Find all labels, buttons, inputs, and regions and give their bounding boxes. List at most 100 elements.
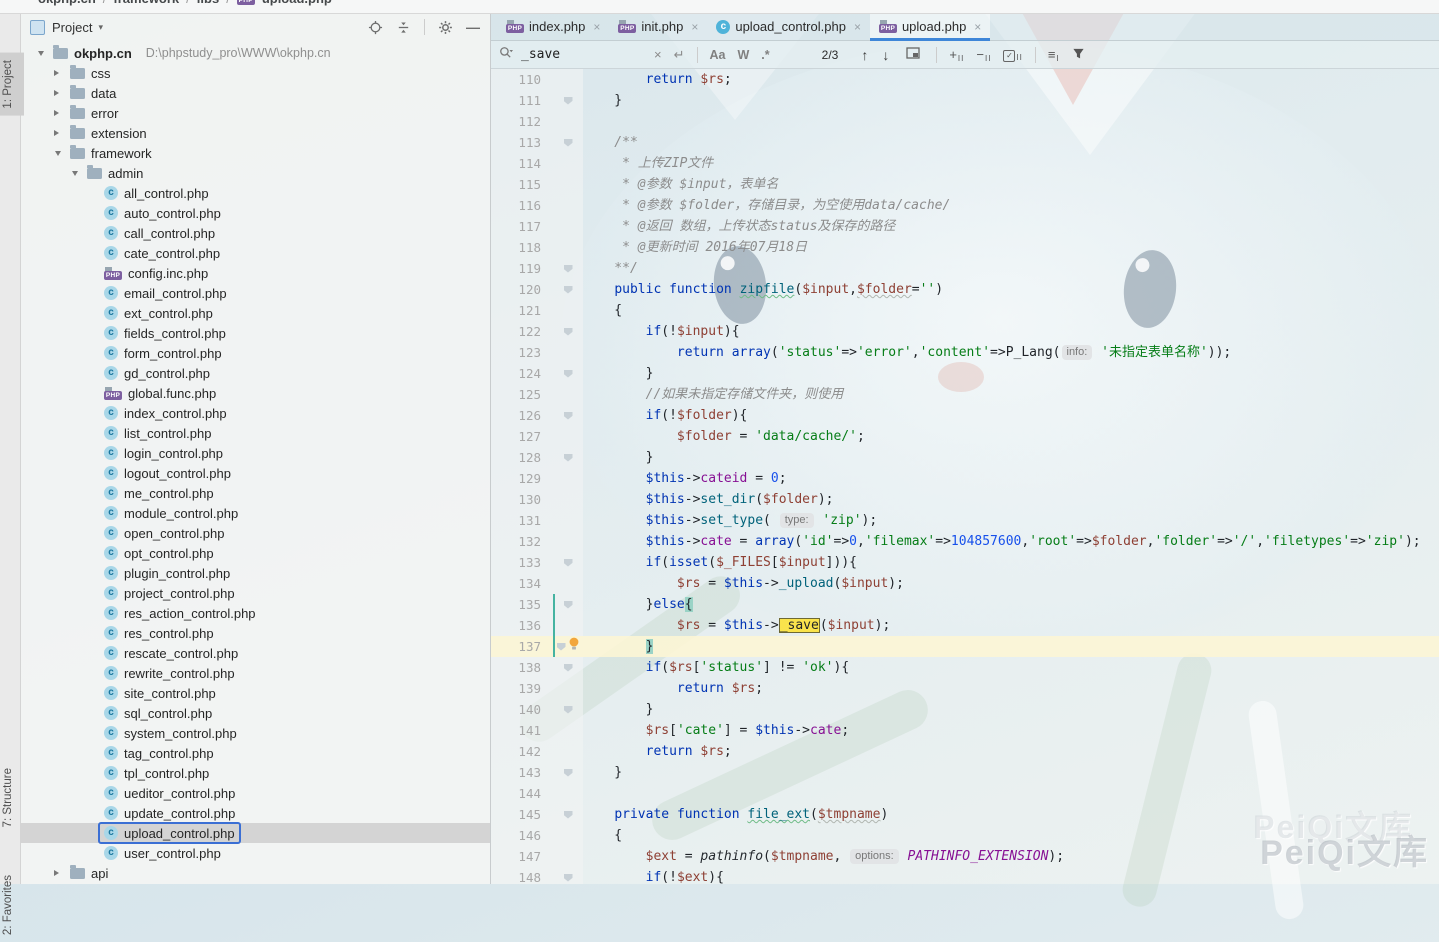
code-line-125[interactable]: 125 //如果未指定存储文件夹，则使用 bbox=[491, 384, 1439, 405]
code-line-111[interactable]: 111 } bbox=[491, 90, 1439, 111]
fold-icon[interactable] bbox=[564, 706, 573, 714]
code-line-140[interactable]: 140 } bbox=[491, 699, 1439, 720]
tree-item-error[interactable]: error bbox=[20, 103, 490, 123]
code-line-137[interactable]: 137 } bbox=[491, 636, 1439, 657]
tree-item-site_control.php[interactable]: csite_control.php bbox=[20, 683, 490, 703]
code-line-118[interactable]: 118 * @更新时间 2016年07月18日 bbox=[491, 237, 1439, 258]
code-line-136[interactable]: 136 $rs = $this->_save($input); bbox=[491, 615, 1439, 636]
tree-item-extension[interactable]: extension bbox=[20, 123, 490, 143]
line-number[interactable]: 147 bbox=[491, 846, 553, 867]
line-number[interactable]: 113 bbox=[491, 132, 553, 153]
fold-icon[interactable] bbox=[564, 412, 573, 420]
code-line-112[interactable]: 112 bbox=[491, 111, 1439, 132]
breadcrumb-item[interactable]: framework bbox=[113, 0, 179, 6]
line-number[interactable]: 130 bbox=[491, 489, 553, 510]
line-number[interactable]: 131 bbox=[491, 510, 553, 531]
line-number[interactable]: 128 bbox=[491, 447, 553, 468]
line-number[interactable]: 112 bbox=[491, 111, 553, 132]
tree-item-css[interactable]: css bbox=[20, 63, 490, 83]
line-number[interactable]: 126 bbox=[491, 405, 553, 426]
line-number[interactable]: 114 bbox=[491, 153, 553, 174]
tree-item-fields_control.php[interactable]: cfields_control.php bbox=[20, 323, 490, 343]
code-line-116[interactable]: 116 * @参数 $folder，存储目录，为空使用data/cache/ bbox=[491, 195, 1439, 216]
remove-occurrence-button[interactable]: −II bbox=[976, 47, 991, 63]
code-line-123[interactable]: 123 return array('status'=>'error','cont… bbox=[491, 342, 1439, 363]
code-line-144[interactable]: 144 bbox=[491, 783, 1439, 804]
tab-index.php[interactable]: PHPindex.php× bbox=[497, 13, 609, 40]
code-area[interactable]: 110 return $rs;111 }112113 /**114 * 上传ZI… bbox=[491, 69, 1439, 884]
tree-item-rescate_control.php[interactable]: crescate_control.php bbox=[20, 643, 490, 663]
code-line-134[interactable]: 134 $rs = $this->_upload($input); bbox=[491, 573, 1439, 594]
search-icon[interactable] bbox=[499, 46, 513, 63]
line-number[interactable]: 135 bbox=[491, 594, 553, 615]
code-line-119[interactable]: 119 **/ bbox=[491, 258, 1439, 279]
line-number[interactable]: 115 bbox=[491, 174, 553, 195]
line-number[interactable]: 136 bbox=[491, 615, 553, 636]
line-number[interactable]: 132 bbox=[491, 531, 553, 552]
chevron-right-icon[interactable] bbox=[51, 870, 64, 876]
code-line-131[interactable]: 131 $this->set_type( type: 'zip'); bbox=[491, 510, 1439, 531]
code-line-143[interactable]: 143 } bbox=[491, 762, 1439, 783]
tree-item-list_control.php[interactable]: clist_control.php bbox=[20, 423, 490, 443]
close-icon[interactable]: × bbox=[593, 20, 600, 34]
fold-icon[interactable] bbox=[564, 769, 573, 777]
tree-item-module_control.php[interactable]: cmodule_control.php bbox=[20, 503, 490, 523]
tool-window-button-project[interactable]: 1: Project bbox=[0, 53, 24, 116]
line-number[interactable]: 117 bbox=[491, 216, 553, 237]
tree-item-tpl_control.php[interactable]: ctpl_control.php bbox=[20, 763, 490, 783]
tree-item-rewrite_control.php[interactable]: crewrite_control.php bbox=[20, 663, 490, 683]
clear-search-icon[interactable]: × bbox=[654, 47, 662, 62]
line-number[interactable]: 133 bbox=[491, 552, 553, 573]
code-line-139[interactable]: 139 return $rs; bbox=[491, 678, 1439, 699]
chevron-right-icon[interactable] bbox=[51, 90, 64, 96]
close-icon[interactable]: × bbox=[854, 20, 861, 34]
code-line-124[interactable]: 124 } bbox=[491, 363, 1439, 384]
tree-item-system_control.php[interactable]: csystem_control.php bbox=[20, 723, 490, 743]
line-number[interactable]: 116 bbox=[491, 195, 553, 216]
line-number[interactable]: 111 bbox=[491, 90, 553, 111]
select-all-occurrences-button[interactable]: ✓II bbox=[1003, 47, 1022, 62]
line-number[interactable]: 145 bbox=[491, 804, 553, 825]
line-number[interactable]: 124 bbox=[491, 363, 553, 384]
code-line-130[interactable]: 130 $this->set_dir($folder); bbox=[491, 489, 1439, 510]
tab-upload_control.php[interactable]: cupload_control.php× bbox=[707, 13, 870, 40]
line-number[interactable]: 146 bbox=[491, 825, 553, 846]
fold-icon[interactable] bbox=[564, 601, 573, 609]
tree-item-tag_control.php[interactable]: ctag_control.php bbox=[20, 743, 490, 763]
line-number[interactable]: 141 bbox=[491, 720, 553, 741]
line-number[interactable]: 119 bbox=[491, 258, 553, 279]
code-line-128[interactable]: 128 } bbox=[491, 447, 1439, 468]
code-line-132[interactable]: 132 $this->cate = array('id'=>0,'filemax… bbox=[491, 531, 1439, 552]
tree-item-config.inc.php[interactable]: PHPconfig.inc.php bbox=[20, 263, 490, 283]
code-line-129[interactable]: 129 $this->cateid = 0; bbox=[491, 468, 1439, 489]
tree-item-project_control.php[interactable]: cproject_control.php bbox=[20, 583, 490, 603]
fold-icon[interactable] bbox=[564, 328, 573, 336]
line-number[interactable]: 138 bbox=[491, 657, 553, 678]
code-line-142[interactable]: 142 return $rs; bbox=[491, 741, 1439, 762]
next-match-button[interactable]: ↓ bbox=[882, 47, 889, 63]
chevron-down-icon[interactable] bbox=[68, 168, 81, 179]
line-number[interactable]: 142 bbox=[491, 741, 553, 762]
close-icon[interactable]: × bbox=[974, 20, 981, 34]
fold-icon[interactable] bbox=[564, 97, 573, 105]
code-line-127[interactable]: 127 $folder = 'data/cache/'; bbox=[491, 426, 1439, 447]
code-line-122[interactable]: 122 if(!$input){ bbox=[491, 321, 1439, 342]
line-number[interactable]: 127 bbox=[491, 426, 553, 447]
line-number[interactable]: 122 bbox=[491, 321, 553, 342]
breadcrumb-item[interactable]: upload.php bbox=[262, 0, 332, 6]
line-number[interactable]: 129 bbox=[491, 468, 553, 489]
close-icon[interactable]: × bbox=[691, 20, 698, 34]
fold-icon[interactable] bbox=[564, 139, 573, 147]
fold-icon[interactable] bbox=[557, 643, 566, 651]
newline-icon[interactable]: ↵ bbox=[674, 47, 685, 63]
tree-item-user_control.php[interactable]: cuser_control.php bbox=[20, 843, 490, 863]
code-line-113[interactable]: 113 /** bbox=[491, 132, 1439, 153]
tool-window-button-favorites[interactable]: 2: Favorites bbox=[0, 868, 24, 942]
tree-item-plugin_control.php[interactable]: cplugin_control.php bbox=[20, 563, 490, 583]
line-number[interactable]: 148 bbox=[491, 867, 553, 884]
tree-item-res_control.php[interactable]: cres_control.php bbox=[20, 623, 490, 643]
chevron-right-icon[interactable] bbox=[51, 110, 64, 116]
tree-item-update_control.php[interactable]: cupdate_control.php bbox=[20, 803, 490, 823]
line-number[interactable]: 123 bbox=[491, 342, 553, 363]
code-line-121[interactable]: 121 { bbox=[491, 300, 1439, 321]
